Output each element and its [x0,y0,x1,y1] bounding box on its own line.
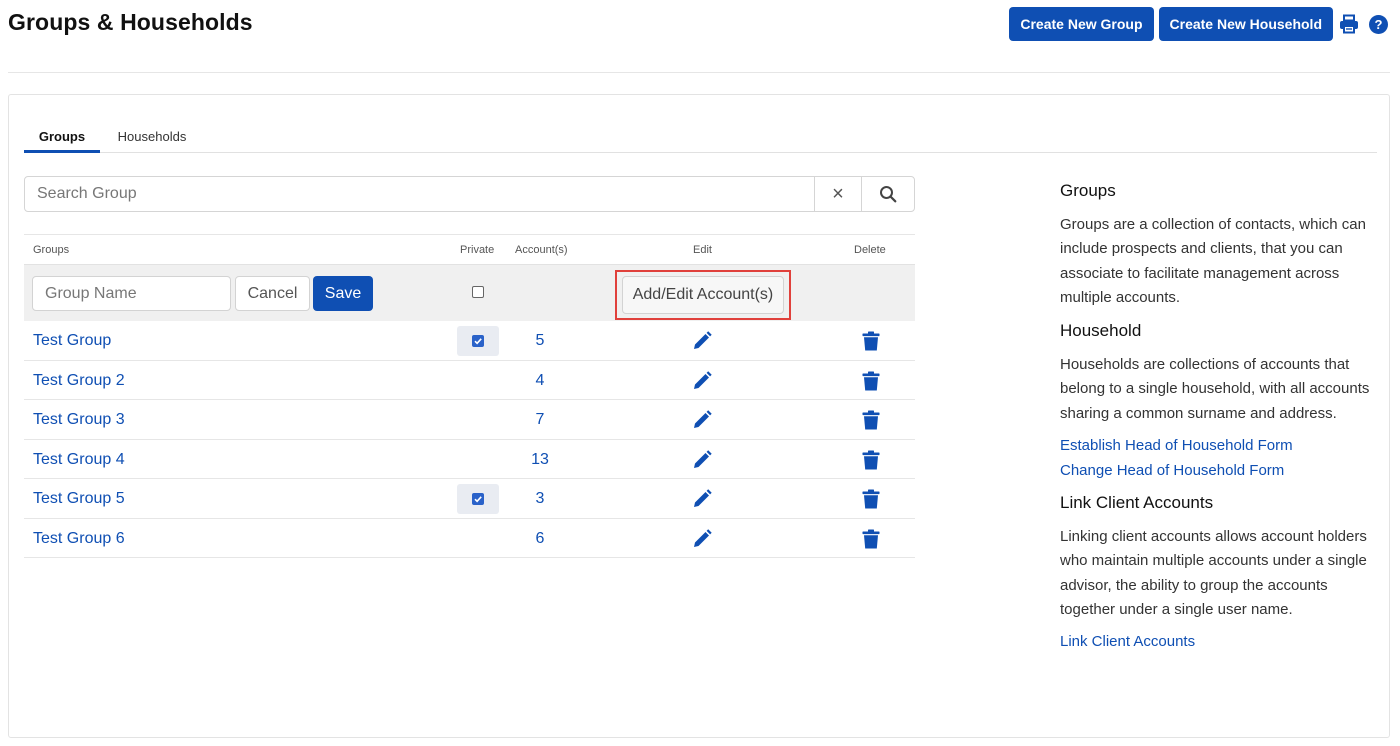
trash-icon[interactable] [862,489,880,509]
accounts-count: 13 [531,450,549,468]
close-icon[interactable]: × [814,177,861,211]
pencil-icon[interactable] [692,370,712,391]
link-client-accounts-link[interactable]: Link Client Accounts [1060,630,1378,655]
print-icon[interactable] [1338,13,1360,35]
change-head-of-household-link[interactable]: Change Head of Household Form [1060,459,1378,484]
table-row: Test Group 2 4 [24,361,915,400]
header-divider [8,72,1390,73]
private-cell [457,484,499,514]
page-title: Groups & Households [8,9,253,35]
checkbox-checked-icon[interactable] [472,493,484,505]
column-header-edit: Edit [693,244,712,256]
accounts-count: 6 [535,529,545,547]
trash-icon[interactable] [862,371,880,391]
checkbox-checked-icon[interactable] [472,335,484,347]
create-new-household-button[interactable]: Create New Household [1158,7,1333,41]
private-checkbox[interactable] [472,286,484,298]
pencil-icon[interactable] [692,410,712,430]
pencil-icon[interactable] [692,489,712,509]
cancel-button[interactable]: Cancel [235,276,310,311]
info-panel: Groups Groups are a collection of contac… [1060,181,1378,655]
establish-head-of-household-link[interactable]: Establish Head of Household Form [1060,434,1378,459]
save-button[interactable]: Save [313,276,373,311]
tab-bar: Groups Households [24,122,1377,153]
accounts-count: 7 [535,411,545,428]
group-name-input[interactable] [32,276,231,311]
groups-card: Groups Households × Groups Private Accou… [8,94,1390,738]
group-name-link[interactable]: Test Group 4 [33,451,125,469]
search-icon[interactable] [861,177,914,211]
column-header-accounts: Account(s) [515,244,568,256]
column-header-private: Private [460,244,495,256]
help-icon[interactable]: ? [1369,14,1388,34]
table-row: Test Group 6 6 [24,519,915,558]
create-new-group-button[interactable]: Create New Group [1009,7,1154,41]
trash-icon[interactable] [862,529,880,549]
table-body: Test Group 5 Test Group 2 4 Test Group 3 7 Tes… [24,321,915,558]
accounts-count: 3 [535,490,545,507]
group-name-link[interactable]: Test Group 6 [33,530,125,548]
add-edit-accounts-button[interactable]: Add/Edit Account(s) [622,276,784,314]
tab-households[interactable]: Households [100,122,204,153]
search-bar: × [24,176,915,212]
accounts-count: 4 [535,371,545,389]
add-edit-accounts-highlight: Add/Edit Account(s) [615,270,791,320]
pencil-icon[interactable] [692,449,712,470]
tab-groups[interactable]: Groups [24,122,100,153]
group-name-link[interactable]: Test Group 5 [33,490,125,508]
accounts-count: 5 [535,332,545,349]
column-header-groups: Groups [33,244,70,256]
trash-icon[interactable] [862,410,880,430]
table-header: Groups Private Account(s) Edit Delete [24,234,915,264]
groups-table: Groups Private Account(s) Edit Delete Ca… [24,234,915,558]
table-row: Test Group 3 7 [24,400,915,440]
pencil-icon[interactable] [692,528,712,549]
table-row: Test Group 4 13 [24,440,915,479]
groups-info-text: Groups are a collection of contacts, whi… [1060,216,1366,306]
search-input[interactable] [25,177,814,211]
link-accounts-info-title: Link Client Accounts [1060,493,1214,513]
group-name-link[interactable]: Test Group 2 [33,372,125,390]
household-info-text: Households are collections of accounts t… [1060,356,1370,422]
trash-icon[interactable] [862,450,880,470]
groups-info-title: Groups [1060,181,1116,200]
column-header-delete: Delete [854,244,886,256]
trash-icon[interactable] [862,331,880,351]
private-cell [457,326,499,356]
table-row: Test Group 5 [24,321,915,361]
group-name-link[interactable]: Test Group 3 [33,411,125,429]
table-row: Test Group 5 3 [24,479,915,519]
household-info-title: Household [1060,321,1142,341]
link-accounts-info-text: Linking client accounts allows account h… [1060,528,1367,618]
header-actions: Create New Group Create New Household ? [1009,7,1388,41]
group-name-link[interactable]: Test Group [33,332,111,350]
pencil-icon[interactable] [692,331,712,351]
new-group-row: Cancel Save Add/Edit Account(s) [24,264,915,321]
